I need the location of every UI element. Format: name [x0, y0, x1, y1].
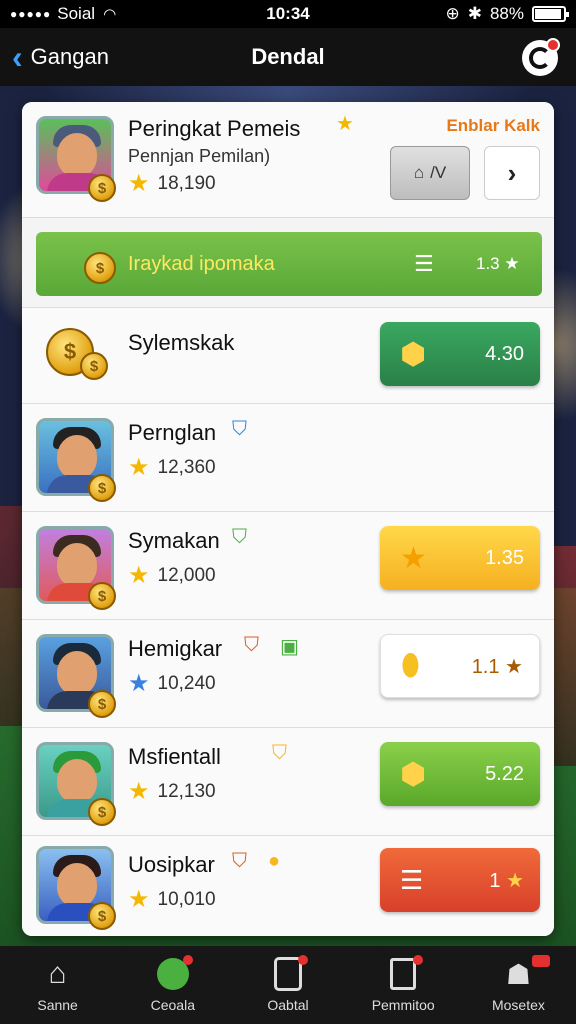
- player-name: Hemigkar: [128, 636, 223, 661]
- home-button[interactable]: ⌂ /V: [390, 146, 470, 200]
- shield-icon: ⛉: [232, 526, 247, 548]
- coin-icon: $: [88, 474, 116, 502]
- player-name: Uosipkar: [128, 852, 215, 877]
- star-icon: ★: [336, 113, 354, 135]
- tab-stats[interactable]: Oabtal: [230, 946, 345, 1024]
- player-name: Symakan: [128, 528, 220, 553]
- tab-missions[interactable]: Pemmitoo: [346, 946, 461, 1024]
- list-item: $ Msfientall ⛉ ★ 12,130 ⬢ 5.22: [22, 728, 554, 836]
- action-button[interactable]: ☰ 1 ★: [380, 848, 540, 912]
- coin-icon: $: [88, 582, 116, 610]
- tab-label: Pemmitoo: [371, 997, 435, 1013]
- badge-icon: ▣: [280, 636, 299, 658]
- tab-profile[interactable]: ☗ Mosetex: [461, 946, 576, 1024]
- home-icon: ⌂: [48, 957, 67, 990]
- star-icon: ★: [128, 170, 150, 197]
- tab-bar: ⌂ Sanne Ceoala Oabtal Pemmitoo ☗ Mosetex: [0, 946, 576, 1024]
- tab-home[interactable]: ⌂ Sanne: [0, 946, 115, 1024]
- player-name: Sylemskak: [128, 330, 235, 355]
- coin-icon: $: [80, 352, 108, 380]
- list-icon: ☰: [400, 864, 424, 895]
- tab-label: Mosetex: [491, 997, 545, 1013]
- player-icon: ☗: [500, 955, 551, 991]
- player-score: ★ 12,000: [128, 562, 216, 589]
- promo-banner[interactable]: $ Iraykad ipomaka ☰ 1.3 ★: [36, 232, 542, 296]
- list-item: $ Pernglan ⛉ ★ 12,360: [22, 404, 554, 512]
- shield-icon: ⛉: [232, 850, 247, 872]
- shield-icon: ⛉: [244, 634, 259, 656]
- document-icon: [385, 955, 424, 991]
- list-item: $ Uosipkar ⛉ ● ★ 10,010 ☰ 1 ★: [22, 836, 554, 936]
- star-icon: ★: [128, 562, 150, 589]
- header-score: ★ 18,190: [128, 172, 216, 196]
- shield-icon: ⛉: [272, 742, 287, 764]
- list-item: $ Hemigkar ⛉ ▣ ★ 10,240 ⬮ 1.1 ★: [22, 620, 554, 728]
- star-icon: ★: [400, 541, 427, 575]
- tab-social[interactable]: Ceoala: [115, 946, 230, 1024]
- next-button[interactable]: ›: [484, 146, 540, 200]
- player-name: Msfientall: [128, 744, 221, 769]
- player-score: ★ 10,240: [128, 670, 216, 697]
- action-button[interactable]: ⬮ 1.1 ★: [380, 634, 540, 698]
- player-name: Pernglan: [128, 420, 217, 445]
- back-button[interactable]: ‹ Gangan: [0, 28, 109, 86]
- player-score: ★ 12,360: [128, 454, 216, 481]
- header-name: Peringkat Pemeis: [128, 116, 301, 141]
- coin-icon: $: [88, 690, 116, 718]
- battery-icon: [532, 6, 569, 22]
- banner-value: 1.3 ★: [476, 254, 520, 273]
- action-button[interactable]: ⬢ 4.30: [380, 322, 540, 386]
- action-button[interactable]: ⬢ 5.22: [380, 742, 540, 806]
- coin-icon: $: [88, 798, 116, 826]
- shield-icon: ⬢: [400, 337, 427, 371]
- header-tag: Enblar Kalk: [446, 116, 540, 135]
- status-time: 10:34: [266, 4, 310, 23]
- player-score: ★ 10,010: [128, 886, 216, 913]
- banner-row: $ Iraykad ipomaka ☰ 1.3 ★: [22, 218, 554, 308]
- tab-label: Oabtal: [267, 997, 309, 1013]
- refresh-button[interactable]: [522, 38, 560, 76]
- leaderboard-panel: $ Peringkat Pemeis ★ Pennjan Pemilan) ★ …: [22, 102, 554, 936]
- list-item: $ $ Sylemskak ⬢ 4.30: [22, 308, 554, 404]
- star-icon: ★: [128, 778, 150, 805]
- notification-dot: [546, 38, 560, 52]
- coin-icon: $: [84, 252, 116, 284]
- tablet-icon: [270, 955, 308, 991]
- header-subtitle: Pennjan Pemilan): [128, 146, 271, 166]
- tab-label: Sanne: [37, 997, 78, 1013]
- shield-icon: ⛉: [232, 418, 247, 440]
- badge-icon: ●: [268, 850, 281, 872]
- shield-icon: ⬢: [400, 757, 427, 791]
- chevron-left-icon: ‹: [12, 39, 23, 75]
- coin-icon: $: [88, 174, 116, 202]
- star-icon: ★: [128, 670, 150, 697]
- nav-bar: ‹ Gangan Dendal: [0, 28, 576, 86]
- coin-icon: $: [88, 902, 116, 930]
- chevron-right-icon: ›: [507, 157, 517, 188]
- star-icon: ★: [128, 886, 150, 913]
- star-icon: ★: [128, 454, 150, 481]
- action-button[interactable]: ★ 1.35: [380, 526, 540, 590]
- score-value: 18,190: [157, 173, 216, 194]
- player-score: ★ 12,130: [128, 778, 216, 805]
- leaf-icon: ⬮: [401, 649, 420, 682]
- tab-label: Ceoala: [150, 997, 195, 1013]
- status-bar: ●●●●● Soial ◠ 10:34 ⊕ ✱ 88%: [0, 0, 576, 28]
- player-header: $ Peringkat Pemeis ★ Pennjan Pemilan) ★ …: [22, 102, 554, 218]
- list-item: $ Symakan ⛉ ★ 12,000 ★ 1.35: [22, 512, 554, 620]
- note-icon: ☰: [414, 251, 434, 276]
- globe-icon: [155, 955, 193, 991]
- banner-label: Iraykad ipomaka: [128, 252, 275, 275]
- home-icon: ⌂: [413, 163, 425, 182]
- back-label: Gangan: [30, 44, 109, 69]
